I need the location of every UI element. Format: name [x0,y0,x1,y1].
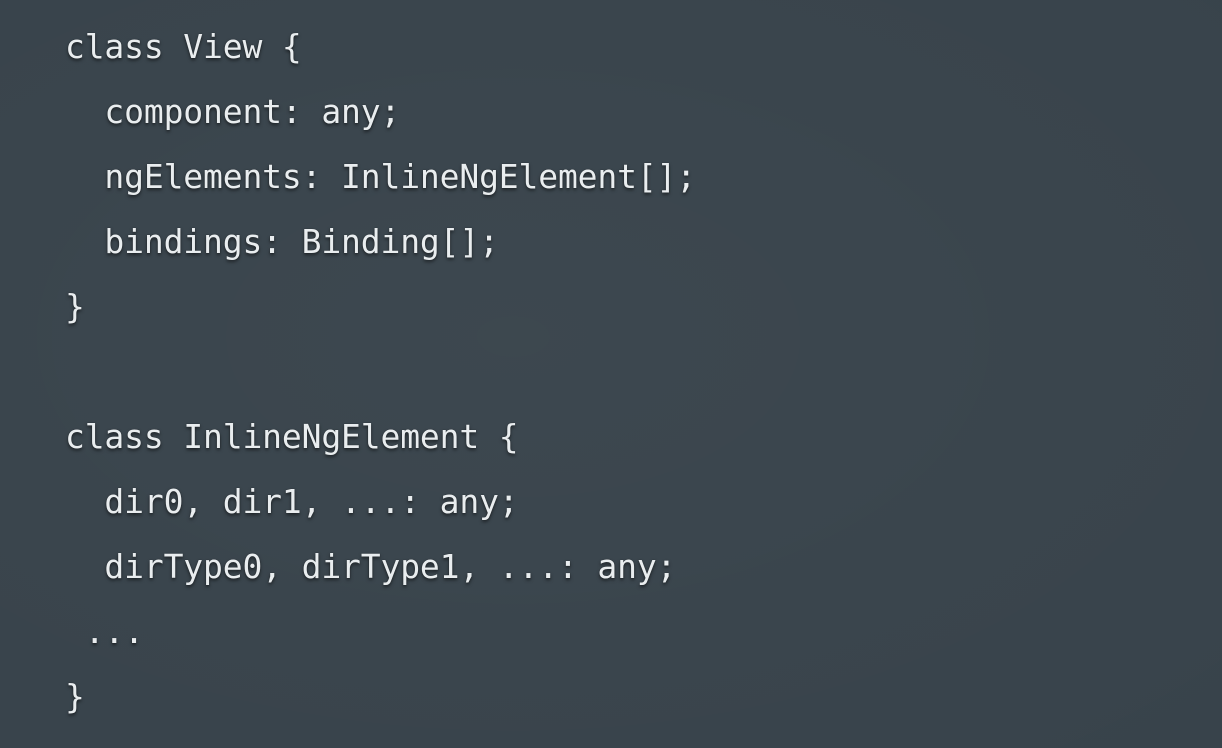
code-line: ... [65,612,144,651]
code-line: bindings: Binding[]; [65,222,499,261]
code-line: component: any; [65,92,401,131]
code-line: dirType0, dirType1, ...: any; [65,547,677,586]
code-line: ngElements: InlineNgElement[]; [65,157,696,196]
code-line: } [65,287,85,326]
code-line: class InlineNgElement { [65,417,519,456]
code-line: dir0, dir1, ...: any; [65,482,519,521]
code-line: } [65,677,85,716]
code-block: class View { component: any; ngElements:… [65,14,696,729]
code-line: class View { [65,27,302,66]
code-slide: class View { component: any; ngElements:… [0,0,1222,748]
